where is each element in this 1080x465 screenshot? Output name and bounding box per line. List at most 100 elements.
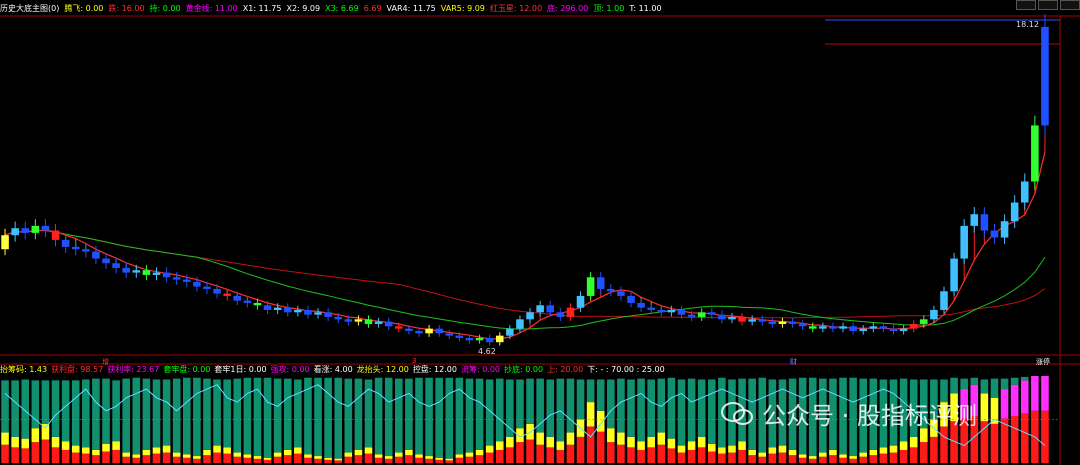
sub-bar-mid [566,432,575,445]
sub-bar-profit [172,456,181,463]
sub-bar-profit [314,458,322,463]
sub-bar-profit [758,456,767,463]
sub-bar-profit [233,456,242,463]
candle-body [354,319,363,322]
candle-body [647,307,655,310]
sub-bar-profit [1,444,9,463]
candle-body [536,305,544,313]
sub-bar-mid [536,432,544,445]
sub-bar-profit [768,453,777,463]
sub-bar-mid [1,432,9,445]
candle-body [920,319,928,324]
candle-body [294,309,302,313]
candle-body [960,225,968,259]
candle-body [21,228,30,233]
candle-body [718,314,726,320]
sub-bar-mid [334,458,343,461]
wechat-icon [720,401,754,427]
sub-bar-profit [808,458,817,463]
candle-body [526,312,534,320]
sub-bar-mid [768,447,777,454]
sub-bar-profit [374,457,383,463]
sub-bar-profit [455,457,464,463]
sub-bar-mid [718,447,726,454]
candle-body [11,228,19,236]
sub-bar-mid [849,456,857,459]
sub-bar-mid [263,457,272,460]
sub-bar-mid [182,454,191,458]
sub-bar-mid [909,436,918,448]
sub-bar-profit [576,436,585,463]
sub-bar-mid [21,438,30,449]
sub-bar-trapped [31,380,40,429]
candle-body [445,333,454,336]
sub-bar-mid [193,456,201,459]
candle-body [51,230,60,240]
candle-body [334,316,343,320]
top-legend-item-3: 持: 0.00 [149,4,181,13]
sub-bar-mid [859,452,868,457]
sub-bar-profit [122,456,130,463]
sub-bar-mid [808,456,817,459]
sub-legend-item-7: 龙抬头: 12.00 [356,365,409,374]
sub-bar-profit [718,453,726,463]
sub-bar-mid [324,457,332,460]
maximize-button[interactable] [1038,0,1058,10]
top-legend-item-8: 6.69 [363,4,382,13]
sub-bar-profit [273,456,282,463]
sub-bar-trapped [395,378,403,453]
top-legend-item-5: X1: 11.75 [242,4,282,13]
sub-bar-profit [819,456,827,463]
sub-bar-profit [980,421,989,463]
sub-bar-mid [667,438,676,449]
sub-bar-mid [92,449,100,456]
sub-bar-trapped [970,377,979,385]
price-low-label: 4.62 [478,347,496,356]
sub-legend-item-12: 下: - : 70.00 : 25.00 [587,365,665,374]
candle-body [435,328,443,334]
close-button[interactable] [1060,0,1080,10]
sub-legend-item-4: 套牢1日: 0.00 [214,365,267,374]
window-buttons[interactable] [1016,0,1080,12]
minimize-button[interactable] [1016,0,1036,10]
sub-bar-trapped [283,378,292,450]
candle-body [1010,202,1019,222]
candle-body [253,302,262,306]
sub-bar-mid [384,456,393,459]
sub-bar-trapped [1010,377,1019,385]
candle-body [92,251,100,259]
sub-bar-profit [324,459,332,463]
sub-bar-profit [102,451,110,463]
sub-legend-item-10: 抄底: 0.00 [504,365,544,374]
candle-body [475,337,484,341]
sub-bar-profit [889,452,898,463]
sub-bar-profit [142,455,151,463]
sub-bar-profit [728,452,736,463]
candle-body [142,270,151,275]
sub-bar-mid [1041,376,1049,411]
sub-bar-mid [314,456,322,459]
top-legend-item-13: 顶: 1.00 [593,4,625,13]
sub-bar-profit [596,431,605,463]
event-marker-2[interactable]: 3 [410,357,418,365]
candle-body [344,319,353,322]
candle-body [324,312,332,317]
sub-bar-profit [475,455,484,463]
sub-bar-mid [364,447,373,454]
event-marker-4[interactable]: 涨停 [1034,357,1052,367]
sub-bar-trapped [263,377,272,458]
sub-bar-mid [1010,384,1019,417]
sub-bar-profit [707,451,716,463]
sub-bar-profit [899,449,908,463]
sub-bar-trapped [122,378,130,453]
sub-bar-profit [354,455,363,463]
sub-bar-profit [223,453,231,463]
event-marker-3[interactable]: 财 [788,357,799,367]
candle-body [172,277,181,280]
sub-bar-trapped [495,378,504,442]
sub-bar-mid [243,454,252,458]
sub-bar-trapped [697,379,706,437]
sub-bar-trapped [193,377,201,457]
sub-bar-profit [617,444,625,463]
sub-bar-trapped [11,380,19,437]
